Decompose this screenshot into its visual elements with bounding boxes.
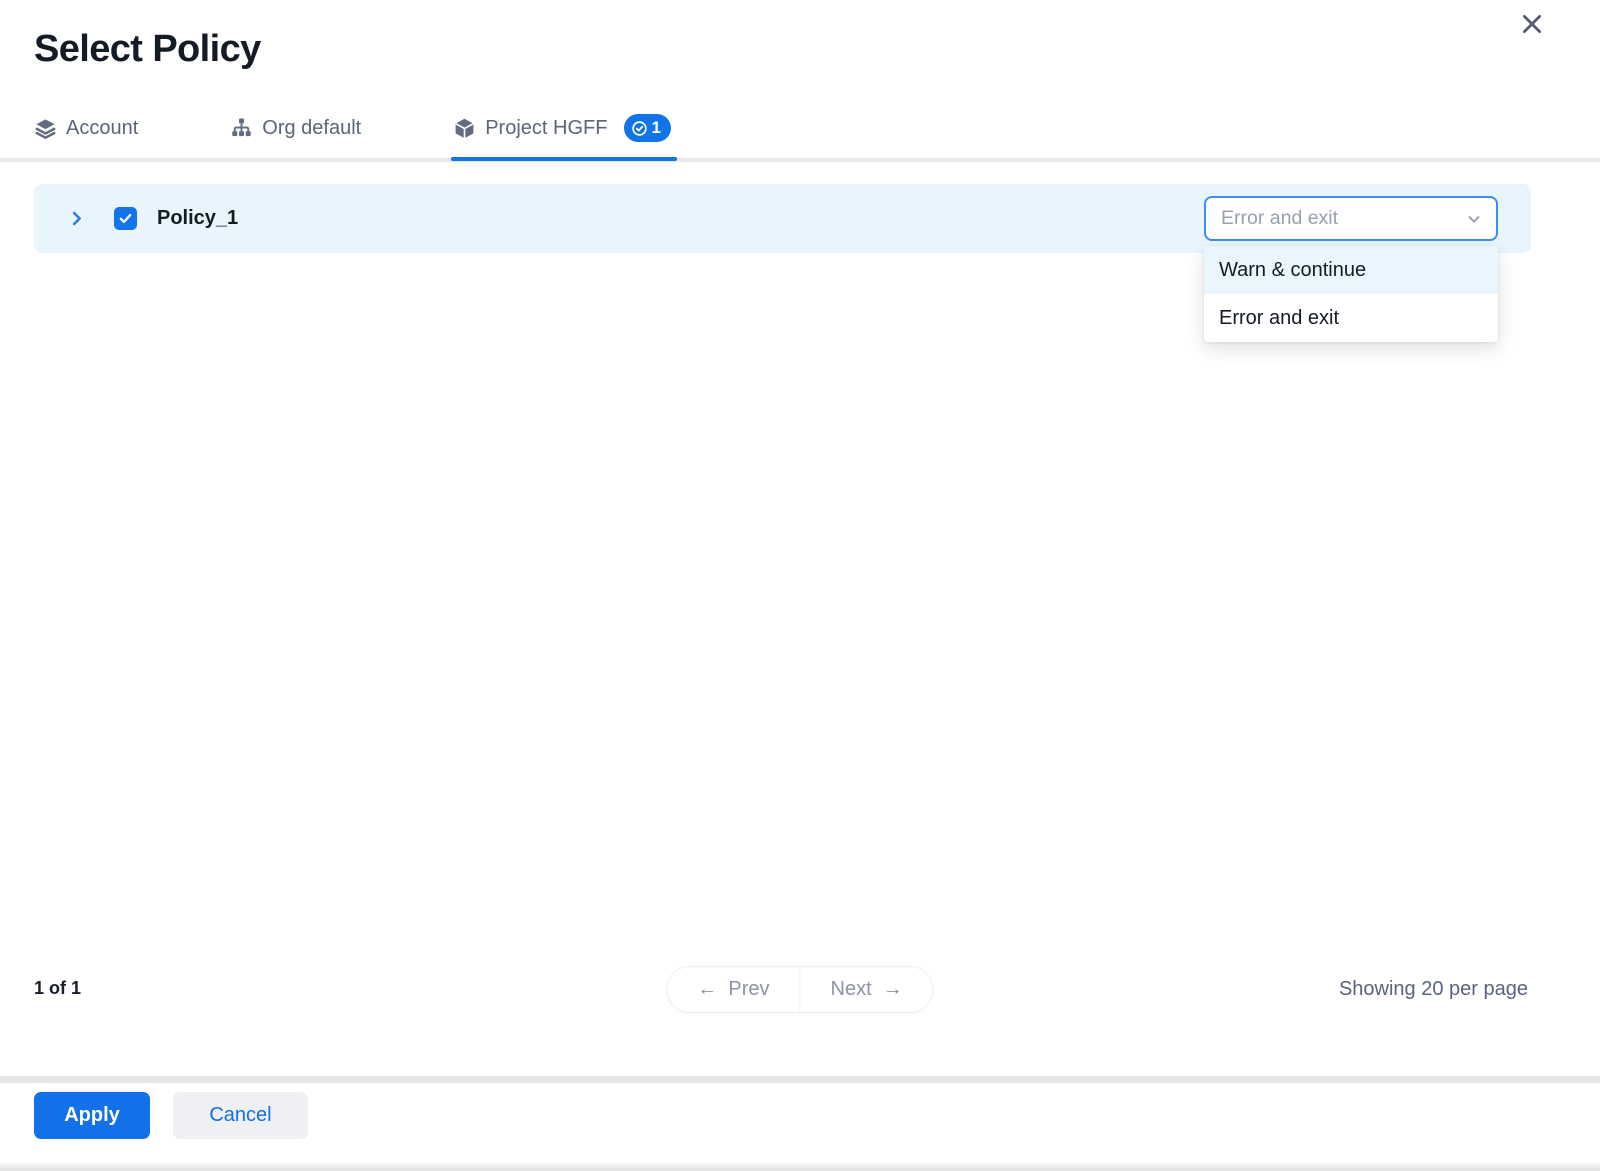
page-title: Select Policy xyxy=(34,28,261,71)
action-select-wrap: Error and exit Warn & continue Error and… xyxy=(1204,196,1498,241)
tab-bar: Account Org default Proje xyxy=(34,114,671,157)
policy-row[interactable]: Policy_1 Error and exit Warn & continue … xyxy=(34,184,1531,253)
arrow-right-icon: → xyxy=(883,978,903,1001)
menu-option-warn-continue[interactable]: Warn & continue xyxy=(1204,246,1498,294)
tab-account[interactable]: Account xyxy=(34,114,138,157)
pagination-controls: ← Prev Next → xyxy=(666,966,933,1013)
org-chart-icon xyxy=(230,117,253,140)
tab-project-hgff[interactable]: Project HGFF 1 xyxy=(453,114,671,157)
chevron-down-icon xyxy=(1465,210,1483,228)
apply-button[interactable]: Apply xyxy=(34,1092,150,1139)
action-select[interactable]: Error and exit xyxy=(1204,196,1498,241)
tab-label: Account xyxy=(66,117,138,140)
menu-option-error-exit[interactable]: Error and exit xyxy=(1204,294,1498,342)
cancel-button[interactable]: Cancel xyxy=(173,1092,308,1139)
close-icon[interactable] xyxy=(1514,6,1550,42)
tab-label: Org default xyxy=(262,117,361,140)
tab-label: Project HGFF xyxy=(485,117,607,140)
tab-org-default[interactable]: Org default xyxy=(230,114,361,157)
prev-button[interactable]: ← Prev xyxy=(667,967,799,1012)
badge-count: 1 xyxy=(651,118,660,138)
policy-name: Policy_1 xyxy=(157,207,238,230)
footer-divider xyxy=(0,1076,1600,1083)
selected-count-badge: 1 xyxy=(624,114,670,142)
next-label: Next xyxy=(831,978,872,1001)
action-dropdown-menu: Warn & continue Error and exit xyxy=(1204,246,1498,342)
package-box-icon xyxy=(453,117,476,140)
policy-checkbox[interactable] xyxy=(114,207,137,230)
prev-label: Prev xyxy=(728,978,769,1001)
tabbar-divider xyxy=(0,158,1600,162)
action-select-value: Error and exit xyxy=(1221,207,1338,230)
circle-check-icon xyxy=(631,120,648,137)
per-page-indicator: Showing 20 per page xyxy=(1339,978,1528,1001)
arrow-left-icon: ← xyxy=(697,978,717,1001)
layers-icon xyxy=(34,117,57,140)
chevron-right-icon[interactable] xyxy=(64,207,88,231)
bottom-edge-shadow xyxy=(0,1161,1600,1171)
next-button[interactable]: Next → xyxy=(801,967,933,1012)
select-policy-modal: Select Policy Account xyxy=(0,0,1600,1171)
page-info: 1 of 1 xyxy=(34,978,81,999)
